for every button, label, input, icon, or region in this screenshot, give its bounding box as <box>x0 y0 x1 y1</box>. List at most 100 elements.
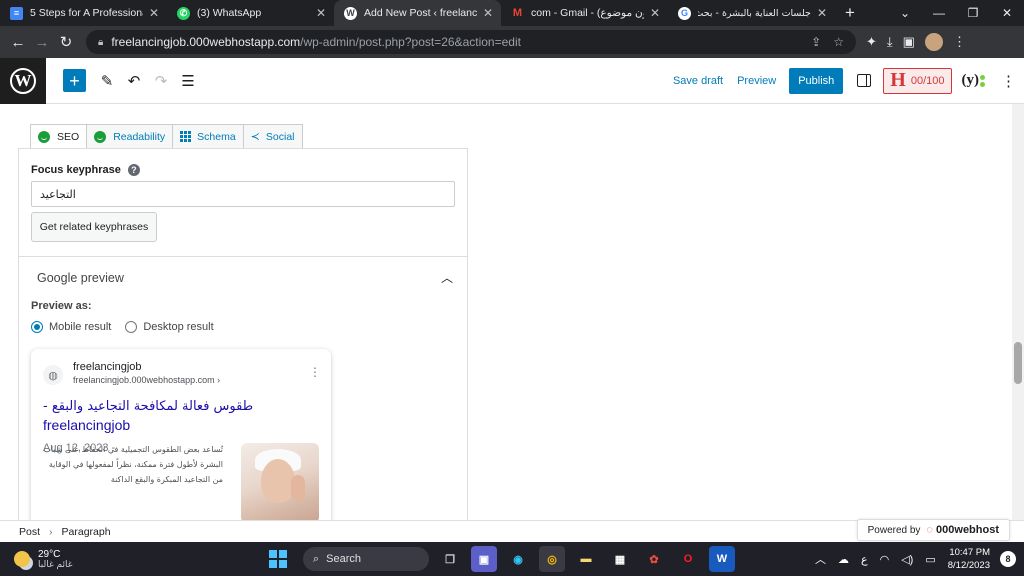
tab-schema[interactable]: Schema <box>172 124 244 148</box>
breadcrumb-post[interactable]: Post <box>19 526 40 538</box>
desktop-result-radio[interactable] <box>125 321 138 333</box>
address-bar[interactable]: 🔒︎ freelancingjob.000webhostapp.com /wp-… <box>86 30 856 54</box>
close-window-icon[interactable]: ✕ <box>990 6 1024 20</box>
task-view-icon[interactable]: ❐ <box>437 546 463 572</box>
powered-by-badge[interactable]: Powered by ◌ 000webhost <box>856 519 1010 541</box>
file-explorer-icon[interactable]: ▬ <box>573 546 599 572</box>
preview-mode-options: Mobile result Desktop result <box>31 321 214 333</box>
taskbar-search[interactable]: ⌕ Search <box>303 547 429 571</box>
breadcrumb-paragraph[interactable]: Paragraph <box>62 526 111 538</box>
minimize-icon[interactable]: — <box>922 6 956 20</box>
browser-tab[interactable]: ✆ (3) WhatsApp ✕ <box>167 0 334 26</box>
mobile-result-label[interactable]: Mobile result <box>49 321 111 333</box>
close-icon[interactable]: ✕ <box>316 6 326 20</box>
tab-title: 5 Steps for A Professional Fre <box>30 7 143 19</box>
tab-label: Schema <box>197 130 236 143</box>
restore-icon[interactable]: ❐ <box>956 6 990 20</box>
tab-label: SEO <box>57 131 80 143</box>
list-view-icon[interactable]: ☰ <box>175 72 201 90</box>
word-icon[interactable]: W <box>709 546 735 572</box>
lock-icon[interactable]: 🔒︎ <box>98 37 103 48</box>
google-icon: G <box>678 6 691 20</box>
chevron-up-icon[interactable]: ︿ <box>815 551 826 567</box>
redo-icon[interactable]: ↷ <box>148 72 174 90</box>
preview-button[interactable]: Preview <box>730 75 783 87</box>
tab-title: com - Gmail - (بدون موضوع) <box>531 7 644 19</box>
edge-icon[interactable]: ◉ <box>505 546 531 572</box>
search-label: Search <box>326 553 362 565</box>
tab-social[interactable]: ≺ Social <box>242 124 303 148</box>
help-icon[interactable]: ? <box>127 164 140 176</box>
close-icon[interactable]: ✕ <box>650 6 660 20</box>
smiley-icon <box>38 131 50 143</box>
weather-icon <box>14 551 30 567</box>
tab-label: Social <box>265 130 295 143</box>
settings-sidebar-icon[interactable] <box>857 74 872 87</box>
volume-icon[interactable]: ◁) <box>901 553 913 566</box>
wordpress-icon: W <box>344 6 357 20</box>
teams-icon[interactable]: ▣ <box>471 546 497 572</box>
wifi-icon[interactable]: ◠ <box>880 553 890 566</box>
save-draft-button[interactable]: Save draft <box>666 75 730 87</box>
profile-avatar[interactable] <box>924 33 943 51</box>
extensions-icon[interactable]: ✦ <box>866 34 877 50</box>
star-icon[interactable]: ☆ <box>833 35 844 49</box>
language-indicator[interactable]: ع <box>861 553 868 566</box>
browser-tab[interactable]: G جلسات العناية بالبشرة - بحث ✕ <box>668 0 835 26</box>
label-text: Focus keyphrase <box>31 164 121 176</box>
publish-button[interactable]: Publish <box>789 67 844 94</box>
start-icon[interactable] <box>269 550 287 568</box>
divider <box>19 256 467 257</box>
cloud-icon[interactable]: ☁ <box>838 553 849 566</box>
menu-icon[interactable]: ⋮ <box>953 34 966 50</box>
chrome-icon[interactable]: ◎ <box>539 546 565 572</box>
new-tab-button[interactable]: + <box>835 0 865 26</box>
focus-keyphrase-input[interactable]: التجاعيد <box>31 181 455 207</box>
close-icon[interactable]: ✕ <box>483 6 493 20</box>
download-icon[interactable]: ⤓ <box>887 34 893 50</box>
browser-tab[interactable]: ≡ 5 Steps for A Professional Fre ✕ <box>0 0 167 26</box>
block-inserter-button[interactable]: + <box>63 69 86 92</box>
browser-tab[interactable]: M com - Gmail - (بدون موضوع) ✕ <box>501 0 668 26</box>
chevron-up-icon[interactable]: ︿ <box>441 269 453 286</box>
close-icon[interactable]: ✕ <box>149 6 159 20</box>
google-preview-title[interactable]: Google preview <box>37 271 124 285</box>
app-icon[interactable]: ✿ <box>641 546 667 572</box>
desktop-result-label[interactable]: Desktop result <box>143 321 213 333</box>
yoast-icon[interactable]: (y) <box>962 72 985 89</box>
chevron-down-icon[interactable]: ⌄ <box>888 6 922 20</box>
browser-tab-active[interactable]: W Add New Post ‹ freelancingjob ✕ <box>334 0 501 26</box>
close-icon[interactable]: ✕ <box>817 6 827 20</box>
clock[interactable]: 10:47 PM 8/12/2023 <box>948 546 990 572</box>
yoast-tabs: SEO Readability Schema ≺ Social <box>30 124 303 149</box>
search-icon: ⌕ <box>313 552 320 565</box>
store-icon[interactable]: ▦ <box>607 546 633 572</box>
mobile-result-radio[interactable] <box>31 321 43 333</box>
reload-icon[interactable]: ↻ <box>54 30 78 54</box>
headline-score-badge[interactable]: H 00/100 <box>883 67 952 94</box>
tab-seo[interactable]: SEO <box>30 124 88 149</box>
share-icon[interactable]: ⇪ <box>811 35 821 49</box>
weather-widget[interactable]: 29°C غائم غالبا <box>14 549 72 570</box>
url-path: /wp-admin/post.php?post=26&action=edit <box>300 35 521 49</box>
pencil-icon[interactable]: ✎ <box>94 72 120 90</box>
page-scrollbar[interactable] <box>1012 104 1024 520</box>
serp-description: تُساعد بعض الطقوس التجميلية في الحفاظ عل… <box>43 445 223 484</box>
options-icon[interactable]: ⋮ <box>1001 72 1016 90</box>
battery-icon[interactable]: ▭ <box>925 553 935 566</box>
serp-title[interactable]: طقوس فعالة لمكافحة التجاعيد والبقع - fre… <box>43 397 323 435</box>
preview-as-label: Preview as: <box>31 300 92 312</box>
side-panel-icon[interactable]: ▣ <box>903 34 915 50</box>
back-icon[interactable]: ← <box>6 30 30 54</box>
opera-icon[interactable]: O <box>675 546 701 572</box>
powered-by-label: Powered by <box>867 524 921 536</box>
notification-badge[interactable]: 8 <box>1000 551 1016 567</box>
scrollbar-thumb[interactable] <box>1014 342 1022 384</box>
wordpress-logo[interactable]: W <box>0 57 46 104</box>
tab-title: (3) WhatsApp <box>197 7 262 19</box>
forward-icon[interactable]: → <box>30 30 54 54</box>
undo-icon[interactable]: ↶ <box>121 72 147 90</box>
breadcrumb-separator: › <box>49 525 53 538</box>
get-related-keyphrases-button[interactable]: Get related keyphrases <box>31 212 157 242</box>
tab-readability[interactable]: Readability <box>86 124 174 148</box>
